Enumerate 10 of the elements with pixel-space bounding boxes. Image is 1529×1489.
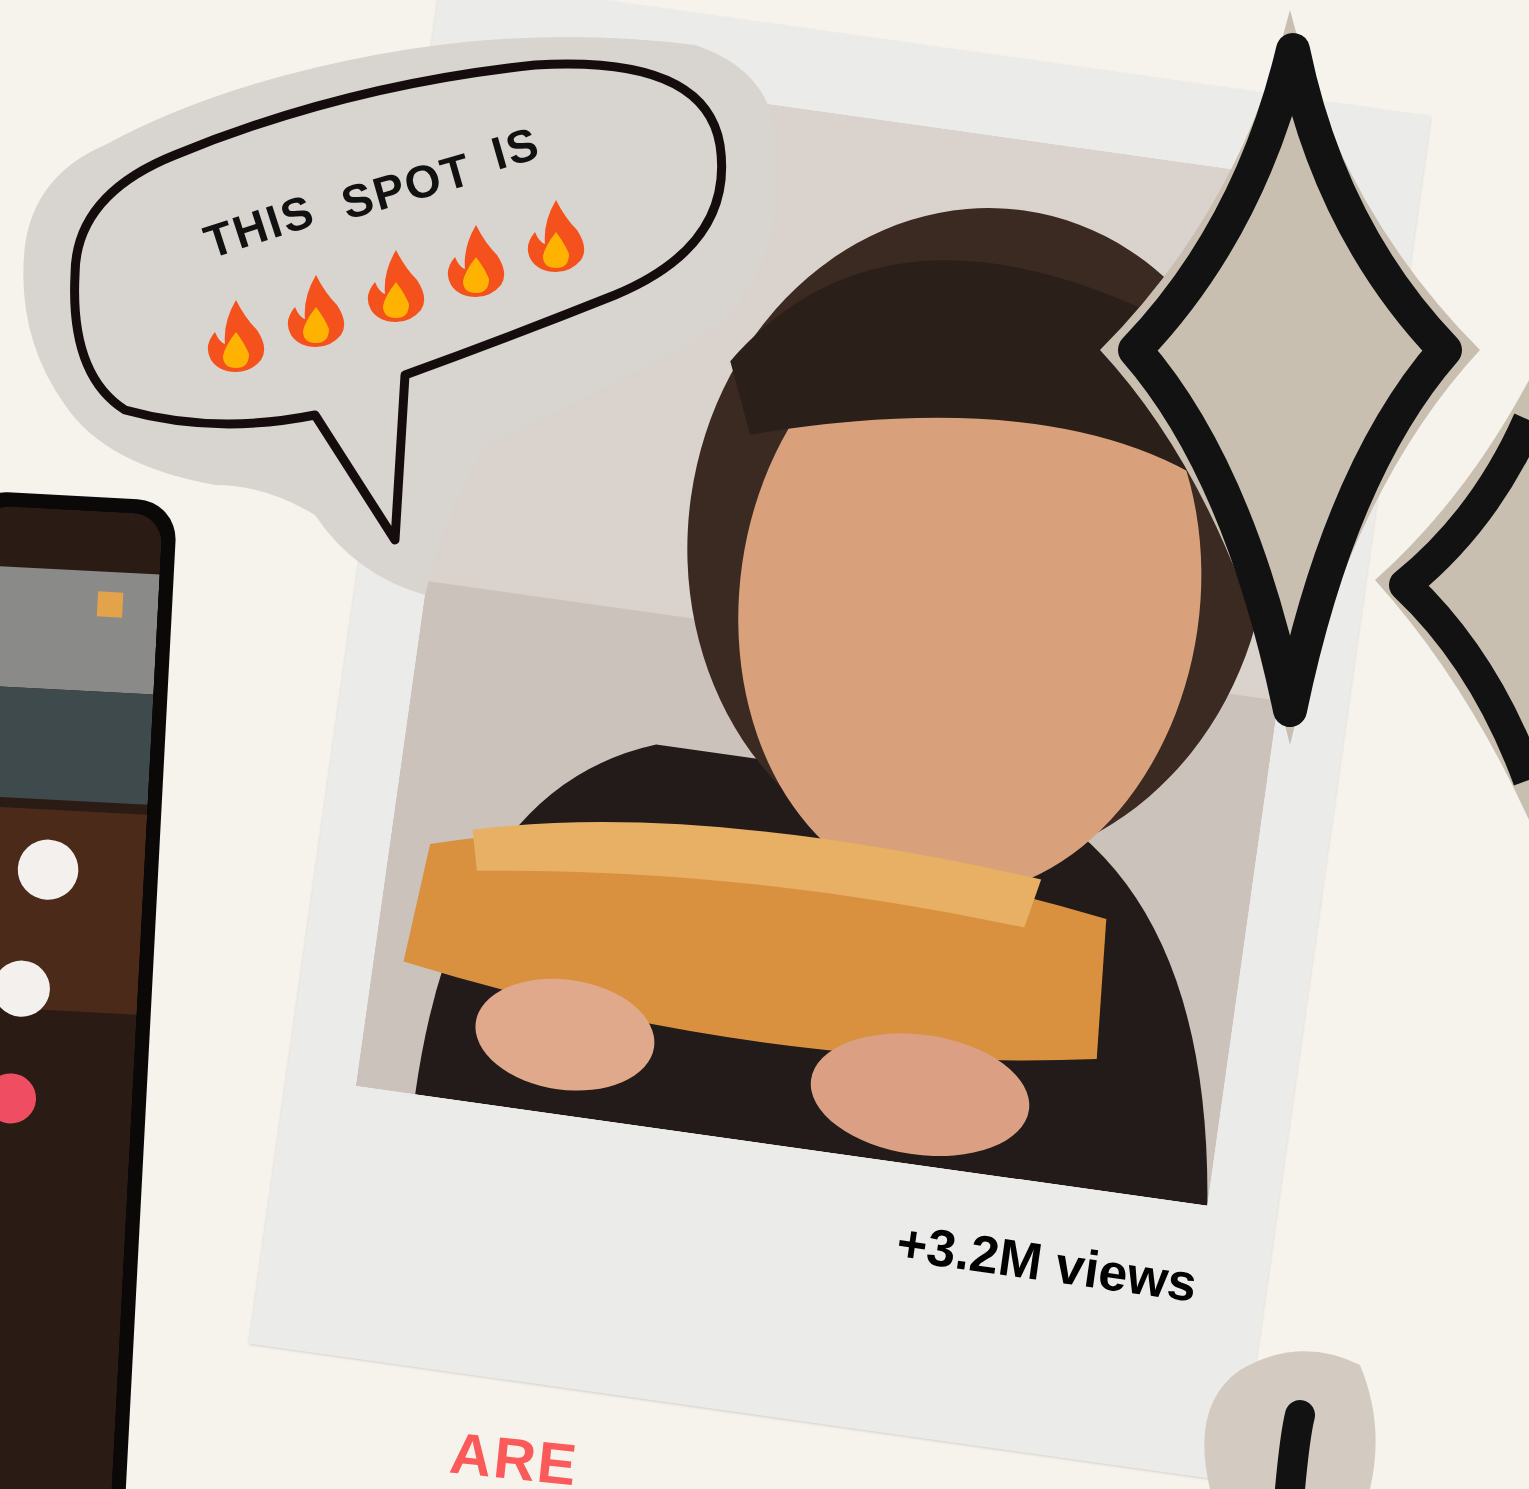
heading-text: ARE <box>447 1423 582 1489</box>
view-count: +3.2M views <box>892 1212 1202 1315</box>
fire-icon <box>365 248 427 322</box>
sticker-word: THIS <box>198 186 321 266</box>
fire-icon <box>445 223 507 297</box>
sticker-word: IS <box>486 119 545 177</box>
fire-icon <box>205 298 267 372</box>
sticker-word: SPOT <box>336 145 477 227</box>
fire-icon <box>285 273 347 347</box>
fire-icon <box>525 198 587 272</box>
